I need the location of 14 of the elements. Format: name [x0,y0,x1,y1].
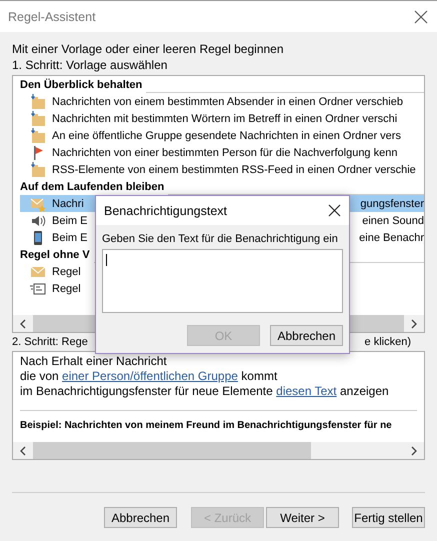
group-heading: Auf dem Laufenden bleiben [20,180,164,192]
rule-description-line: Nach Erhalt einer Nachricht [20,354,168,369]
step-label: e klicken) [364,335,411,349]
step-label: 1. Schritt: Vorlage auswählen [12,57,168,73]
group-heading: Regel ohne V [20,248,90,260]
group-heading: Den Überblick behalten [20,78,142,90]
rule-description-line: die von einer Person/öffentlichen Gruppe kommt [20,369,278,384]
rule-description-line: im Benachrichtigungsfenster für neue Elemente diesen Text anzeigen [20,384,390,399]
prompt-text: Geben Sie den Text für die Benachrichtigung ein [102,233,339,245]
step-label: 2. Schritt: Rege [12,335,88,349]
window-title: Regel-Assistent [8,10,96,24]
intro-text: Mit einer Vorlage oder einer leeren Regel beginnen [12,41,285,57]
example-text: Beispiel: Nachrichten von meinem Freund im Benachrichtigungsfenster für ne [20,419,393,432]
dialog-title: Benachrichtigungstext [104,204,227,218]
